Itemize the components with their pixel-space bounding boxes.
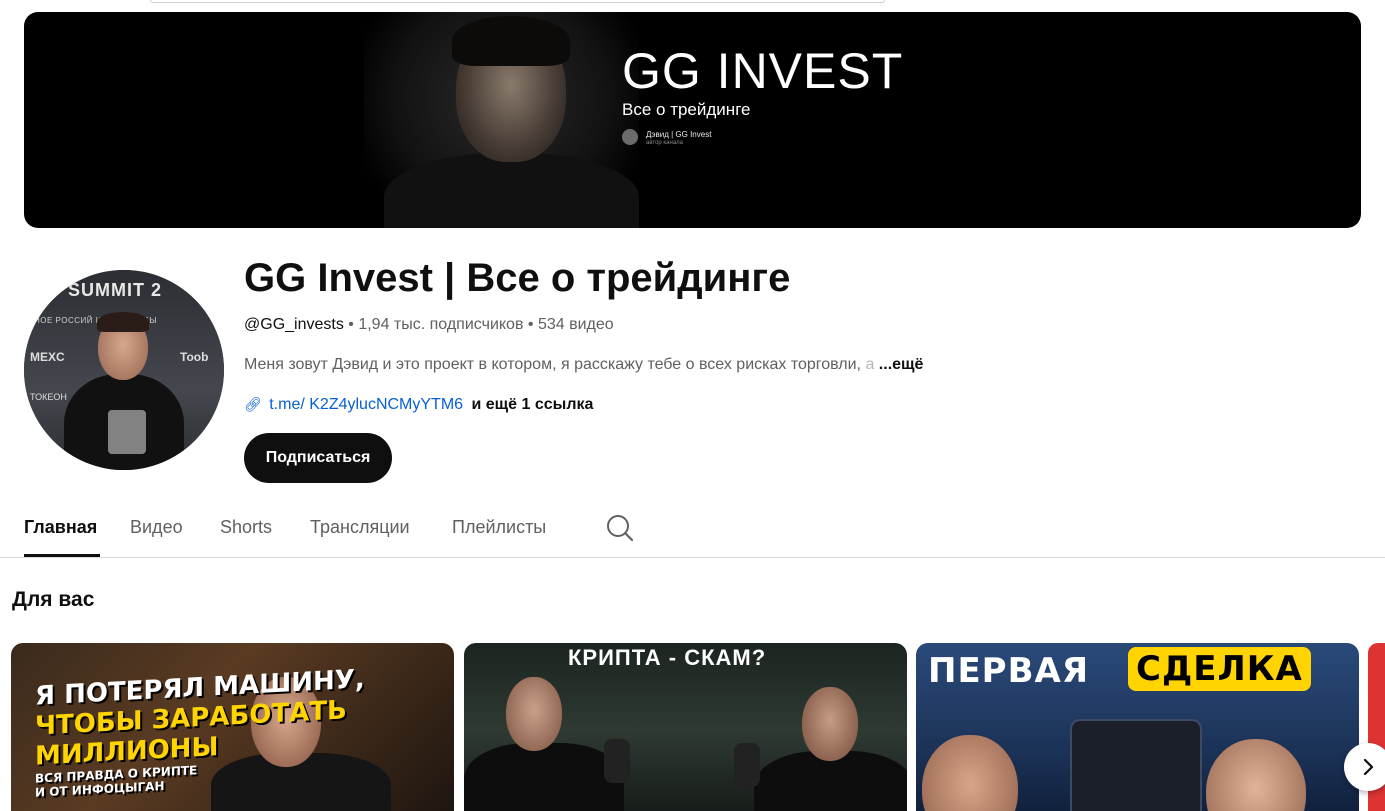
channel-tabs: Главная Видео Shorts Трансляции Плейлист… bbox=[0, 500, 1385, 558]
tab-shorts[interactable]: Shorts bbox=[220, 517, 272, 538]
meta-separator: • bbox=[348, 316, 359, 333]
more-links-button[interactable]: и ещё 1 ссылка bbox=[472, 396, 594, 413]
microphone-icon bbox=[734, 743, 760, 787]
description-faded-text: а bbox=[861, 356, 875, 373]
banner-author-name: Дэвид | GG Invest bbox=[646, 130, 712, 139]
avatar-logo-left: MEXC bbox=[30, 350, 65, 364]
telegram-link[interactable]: t.me/ K2Z4ylucNCMyYTM6 bbox=[269, 396, 463, 413]
section-title: Для вас bbox=[12, 588, 95, 611]
tab-playlists[interactable]: Плейлисты bbox=[452, 517, 546, 538]
channel-avatar[interactable]: SUMMIT 2 НОЕ РОССИЙ КРИПТОСОБЫ MEXC Toob… bbox=[24, 270, 224, 470]
thumbnail-caption: КРИПТА - СКАМ? bbox=[568, 645, 767, 670]
tab-live[interactable]: Трансляции bbox=[310, 517, 410, 538]
thumbnail-person-head bbox=[506, 677, 562, 751]
chevron-right-icon bbox=[1363, 758, 1374, 776]
video-thumbnail[interactable]: КРИПТА - СКАМ? bbox=[464, 643, 907, 811]
thumbnail-caption-highlight: СДЕЛКА bbox=[1128, 647, 1311, 691]
video-thumbnail[interactable]: Я ПОТЕРЯЛ МАШИНУ, ЧТОБЫ ЗАРАБОТАТЬ МИЛЛИ… bbox=[11, 643, 454, 811]
channel-handle: @GG_invests bbox=[244, 316, 344, 333]
carousel-next-button[interactable] bbox=[1344, 743, 1385, 791]
avatar-summit-text: SUMMIT 2 bbox=[68, 280, 163, 300]
search-icon[interactable] bbox=[604, 512, 636, 544]
thumbnail-person-head bbox=[802, 687, 858, 761]
avatar-person-hair bbox=[97, 312, 149, 332]
avatar-logo-bottom: ТОКЕОН bbox=[30, 392, 67, 402]
channel-banner: GG INVEST Все о трейдинге Дэвид | GG Inv… bbox=[24, 12, 1361, 228]
channel-title: GG Invest | Все о трейдинге bbox=[244, 256, 791, 300]
banner-author-avatar bbox=[622, 129, 638, 145]
meta-separator: • bbox=[527, 316, 538, 333]
channel-meta: @GG_invests • 1,94 тыс. подписчиков • 53… bbox=[244, 316, 614, 334]
channel-links: 🔗︎ t.me/ K2Z4ylucNCMyYTM6 и ещё 1 ссылка bbox=[244, 396, 593, 414]
banner-title: GG INVEST bbox=[622, 43, 904, 99]
thumbnail-person-head bbox=[1206, 739, 1306, 811]
link-icon: 🔗︎ bbox=[244, 396, 262, 412]
avatar-logo-right: Toob bbox=[180, 350, 209, 364]
description-more-button[interactable]: ...ещё bbox=[879, 356, 924, 373]
thumbnail-caption: ПЕРВАЯ bbox=[928, 651, 1090, 691]
banner-subtitle: Все о трейдинге bbox=[622, 100, 751, 119]
active-tab-underline bbox=[24, 554, 100, 557]
description-text: Меня зовут Дэвид и это проект в котором,… bbox=[244, 356, 861, 373]
channel-description[interactable]: Меня зовут Дэвид и это проект в котором,… bbox=[244, 356, 923, 374]
top-search-bar-edge bbox=[150, 0, 885, 3]
thumbnail-person-body bbox=[464, 743, 624, 811]
video-count: 534 видео bbox=[537, 316, 614, 333]
tab-videos[interactable]: Видео bbox=[130, 517, 183, 538]
banner-person-hair bbox=[452, 16, 570, 66]
thumbnail-caption: Я ПОТЕРЯЛ МАШИНУ, ЧТОБЫ ЗАРАБОТАТЬ МИЛЛИ… bbox=[35, 664, 365, 799]
microphone-icon bbox=[604, 739, 630, 783]
tab-home[interactable]: Главная bbox=[24, 517, 97, 538]
video-thumbnail[interactable]: ПЕРВАЯ СДЕЛКА bbox=[916, 643, 1359, 811]
thumbnail-person-head bbox=[922, 735, 1018, 811]
subscribe-button[interactable]: Подписаться bbox=[244, 433, 392, 483]
avatar-shirt-print bbox=[108, 410, 146, 454]
banner-author-role: автор канала bbox=[646, 140, 683, 146]
thumbnail-chart-screen bbox=[1070, 719, 1202, 811]
subscriber-count: 1,94 тыс. подписчиков bbox=[358, 316, 524, 333]
